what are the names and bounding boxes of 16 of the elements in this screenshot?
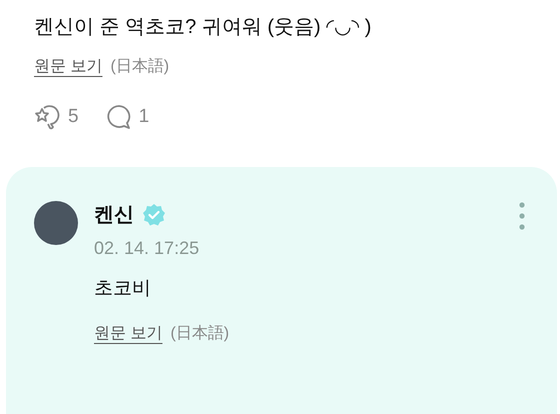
reply-text: 초코비	[94, 277, 152, 301]
reaction-count: 5	[68, 106, 79, 128]
avatar	[34, 201, 78, 245]
comment-icon	[104, 103, 133, 131]
more-icon	[519, 201, 525, 231]
reply-time: 02. 14. 17:25	[94, 238, 200, 259]
comment-count: 1	[138, 106, 150, 128]
post-text: 켄신이 준 역초코? 귀여워 (웃음) ◜◡◝ )	[34, 15, 372, 40]
reaction-icon	[34, 103, 62, 131]
view-original-link[interactable]: 원문 보기	[34, 56, 102, 77]
view-original-link[interactable]: 원문 보기	[94, 323, 162, 344]
language-label: (日本語)	[110, 56, 170, 77]
reaction-button[interactable]: 5	[34, 103, 79, 131]
comment-button[interactable]: 1	[104, 103, 150, 131]
language-label: (日本語)	[170, 324, 230, 344]
author-name: 켄신	[94, 203, 134, 228]
